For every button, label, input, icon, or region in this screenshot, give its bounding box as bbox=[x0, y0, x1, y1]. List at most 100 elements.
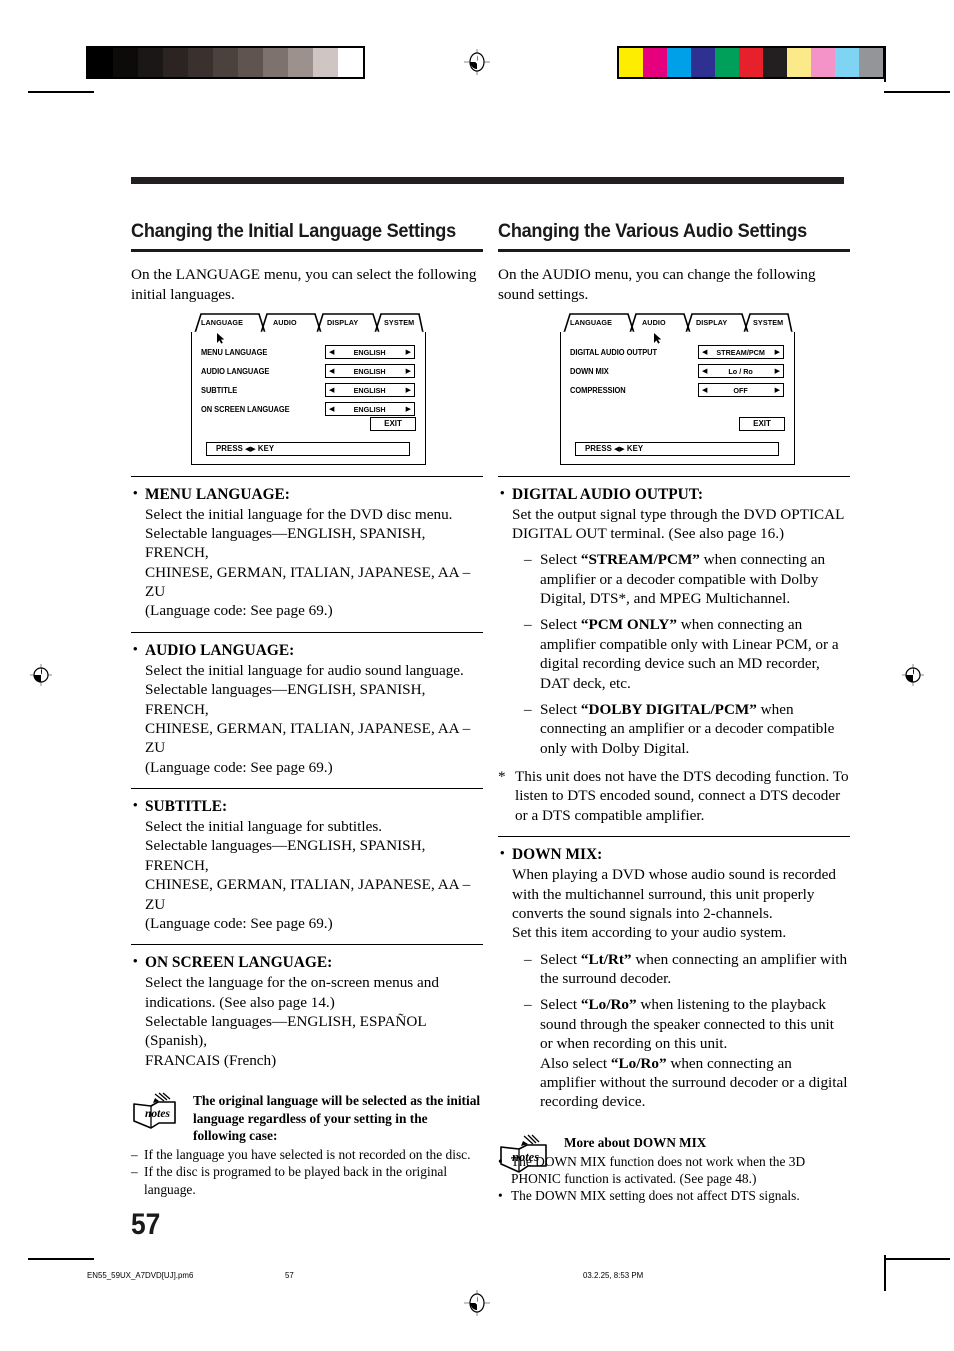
notes-list-item: • The DOWN MIX setting does not affect D… bbox=[498, 1187, 850, 1204]
notes-list: – If the language you have selected is n… bbox=[131, 1146, 483, 1197]
notes-list-item: • The DOWN MIX function does not work wh… bbox=[498, 1153, 850, 1187]
option-item-lo-ro: – Select “Lo/Ro” when listening to the p… bbox=[524, 995, 850, 1111]
option-item-pcm-only: – Select “PCM ONLY” when connecting an a… bbox=[524, 615, 850, 693]
osd-exit-button-language[interactable]: EXIT bbox=[370, 416, 416, 431]
item-line: Selectable languages—ENGLISH, SPANISH, F… bbox=[145, 837, 426, 874]
option-bold-value: “Lo/Ro” bbox=[580, 996, 637, 1014]
list-item-audio-language: • AUDIO LANGUAGE: Select the initial lan… bbox=[131, 641, 483, 777]
divider bbox=[131, 475, 483, 477]
item-heading: • AUDIO LANGUAGE: bbox=[131, 641, 483, 660]
osd-field-subtitle[interactable]: ◀ ENGLISH ▶ bbox=[325, 383, 415, 397]
osd-row-digital-audio-output: DIGITAL AUDIO OUTPUT ◀ STREAM/PCM ▶ bbox=[570, 344, 785, 361]
osd-field-audio-language[interactable]: ◀ ENGLISH ▶ bbox=[325, 364, 415, 378]
option-list-down-mix: – Select “Lt/Rt” when connecting an ampl… bbox=[498, 950, 850, 1112]
option-prefix: Select bbox=[540, 551, 581, 569]
title-underline-left bbox=[131, 249, 483, 252]
bullet-icon: • bbox=[133, 953, 138, 969]
right-arrow-icon[interactable]: ▶ bbox=[406, 348, 411, 356]
item-line: Select the language for the on-screen me… bbox=[145, 974, 439, 992]
divider bbox=[131, 944, 483, 946]
osd-tab-bar-audio: LANGUAGE AUDIO DISPLAY SYSTEM bbox=[560, 312, 795, 334]
left-arrow-icon[interactable]: ◀ bbox=[702, 348, 707, 356]
option-extra-prefix: Also select bbox=[540, 1054, 611, 1072]
item-line: Select the initial language for audio so… bbox=[145, 661, 464, 679]
header-rule bbox=[131, 177, 844, 184]
osd-tab-language[interactable]: LANGUAGE bbox=[570, 318, 612, 327]
left-arrow-icon[interactable]: ◀ bbox=[702, 367, 707, 375]
intro-paragraph-right: On the AUDIO menu, you can change the fo… bbox=[498, 266, 816, 303]
osd-field-on-screen-language[interactable]: ◀ ENGLISH ▶ bbox=[325, 402, 415, 416]
osd-body-audio: DIGITAL AUDIO OUTPUT ◀ STREAM/PCM ▶ DOWN… bbox=[560, 331, 795, 465]
bullet-marker: • bbox=[498, 1153, 503, 1169]
right-arrow-icon[interactable]: ▶ bbox=[775, 367, 780, 375]
item-line: Selectable languages—ENGLISH, ESPAÑOL (S… bbox=[145, 1013, 427, 1050]
left-arrow-icon[interactable]: ◀ bbox=[329, 367, 334, 375]
osd-row-down-mix: DOWN MIX ◀ Lo / Ro ▶ bbox=[570, 363, 785, 380]
osd-row-on-screen-language: ON SCREEN LANGUAGE ◀ ENGLISH ▶ bbox=[201, 401, 416, 418]
osd-field-digital-audio-output[interactable]: ◀ STREAM/PCM ▶ bbox=[698, 345, 784, 359]
item-line: CHINESE, GERMAN, ITALIAN, JAPANESE, AA –… bbox=[145, 563, 471, 600]
page-title-left: Changing the Initial Language Settings bbox=[131, 220, 456, 242]
title-underline-right bbox=[498, 249, 850, 252]
item-line: CHINESE, GERMAN, ITALIAN, JAPANESE, AA –… bbox=[145, 719, 471, 757]
osd-tab-system[interactable]: SYSTEM bbox=[753, 318, 783, 327]
press-hint-prefix: PRESS bbox=[216, 444, 243, 453]
osd-label-compression: COMPRESSION bbox=[570, 385, 626, 395]
item-heading-text: ON SCREEN LANGUAGE: bbox=[145, 954, 333, 972]
notes-item-text: The DOWN MIX setting does not affect DTS… bbox=[511, 1187, 800, 1203]
osd-exit-button-audio[interactable]: EXIT bbox=[739, 416, 785, 431]
option-prefix: Select bbox=[540, 700, 581, 718]
footer-filename: EN55_59UX_A7DVD[UJ].pm6 bbox=[87, 1270, 194, 1280]
item-line: Select the initial language for subtitle… bbox=[145, 818, 383, 835]
osd-audio-menu: LANGUAGE AUDIO DISPLAY SYSTEM DIGITAL AU… bbox=[560, 312, 795, 465]
osd-tab-audio[interactable]: AUDIO bbox=[642, 318, 666, 327]
osd-row-compression: COMPRESSION ◀ OFF ▶ bbox=[570, 382, 785, 399]
footer-page-number: 57 bbox=[285, 1270, 294, 1280]
item-line: (Language code: See page 69.) bbox=[145, 758, 333, 776]
divider bbox=[131, 631, 483, 633]
option-item-dolby-digital-pcm: – Select “DOLBY DIGITAL/PCM” when connec… bbox=[524, 700, 850, 758]
option-bold-value: “DOLBY DIGITAL/PCM” bbox=[580, 700, 757, 718]
right-arrow-icon[interactable]: ▶ bbox=[406, 367, 411, 375]
notes-item-text: The DOWN MIX function does not work when… bbox=[511, 1153, 806, 1186]
right-arrow-icon[interactable]: ▶ bbox=[775, 348, 780, 356]
option-item-lt-rt: – Select “Lt/Rt” when connecting an ampl… bbox=[524, 950, 850, 989]
right-arrow-icon[interactable]: ▶ bbox=[406, 405, 411, 413]
osd-tab-display[interactable]: DISPLAY bbox=[327, 318, 358, 327]
bullet-icon: • bbox=[133, 484, 138, 500]
osd-tab-system[interactable]: SYSTEM bbox=[384, 318, 414, 327]
asterisk-marker: * bbox=[498, 768, 506, 785]
item-line: indications. (See also page 14.) bbox=[145, 993, 335, 1011]
osd-value-down-mix: Lo / Ro bbox=[728, 366, 754, 376]
left-arrow-icon[interactable]: ◀ bbox=[329, 386, 334, 394]
osd-field-down-mix[interactable]: ◀ Lo / Ro ▶ bbox=[698, 364, 784, 378]
dash-marker: – bbox=[131, 1147, 138, 1163]
item-body: Select the initial language for the DVD … bbox=[131, 505, 483, 621]
osd-field-menu-language[interactable]: ◀ ENGLISH ▶ bbox=[325, 345, 415, 359]
notes-callout-right: notes More about DOWN MIX • The DOWN MIX… bbox=[498, 1134, 850, 1204]
left-arrow-icon[interactable]: ◀ bbox=[329, 348, 334, 356]
osd-value-subtitle: ENGLISH bbox=[353, 385, 387, 395]
osd-row-menu-language: MENU LANGUAGE ◀ ENGLISH ▶ bbox=[201, 344, 416, 361]
option-bold-value: “PCM ONLY” bbox=[580, 616, 677, 634]
item-line: (Language code: See page 69.) bbox=[145, 602, 333, 620]
option-bold-value: “STREAM/PCM” bbox=[580, 551, 700, 569]
osd-label-on-screen-language: ON SCREEN LANGUAGE bbox=[201, 404, 290, 414]
right-arrow-icon[interactable]: ▶ bbox=[775, 386, 780, 394]
notes-item-text: If the disc is programed to be played ba… bbox=[144, 1164, 448, 1197]
divider bbox=[498, 475, 850, 477]
osd-field-compression[interactable]: ◀ OFF ▶ bbox=[698, 383, 784, 397]
dash-marker: – bbox=[524, 700, 532, 718]
item-line: Select the initial language for the DVD … bbox=[145, 505, 453, 523]
osd-tab-display[interactable]: DISPLAY bbox=[696, 318, 727, 327]
option-prefix: Select bbox=[540, 616, 581, 634]
osd-tab-audio[interactable]: AUDIO bbox=[273, 318, 297, 327]
svg-text:notes: notes bbox=[145, 1108, 170, 1120]
right-arrow-icon[interactable]: ▶ bbox=[406, 386, 411, 394]
osd-tab-language[interactable]: LANGUAGE bbox=[201, 318, 243, 327]
list-item-on-screen-language: • ON SCREEN LANGUAGE: Select the languag… bbox=[131, 953, 483, 1070]
left-arrow-icon[interactable]: ◀ bbox=[329, 405, 334, 413]
left-arrow-icon[interactable]: ◀ bbox=[702, 386, 707, 394]
item-line: (Language code: See page 69.) bbox=[145, 914, 333, 932]
page-number: 57 bbox=[131, 1208, 161, 1241]
